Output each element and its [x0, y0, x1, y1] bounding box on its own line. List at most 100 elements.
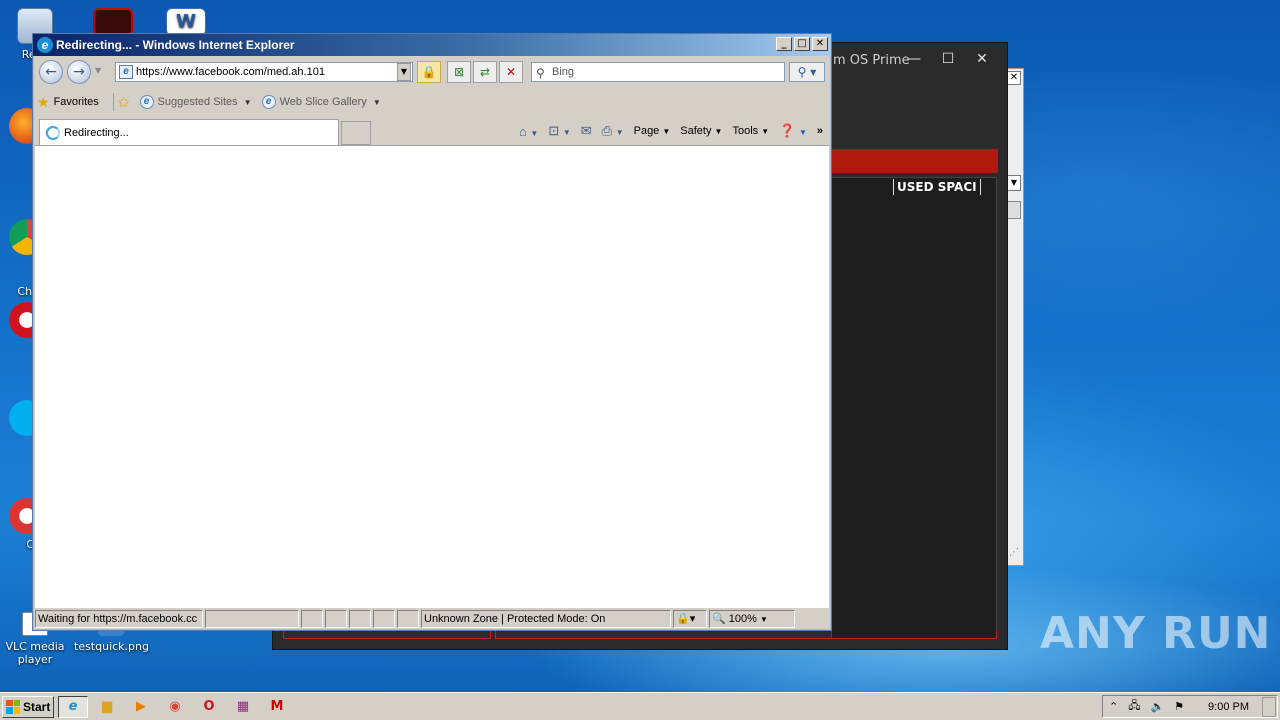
navigation-bar: ← → ▼ e https://www.facebook.com/med.ah.… — [37, 60, 827, 86]
back-arrow-icon: ← — [45, 64, 57, 80]
home-icon[interactable]: ⌂ ▼ — [519, 124, 538, 139]
refresh-button[interactable]: ⇄ — [473, 61, 497, 83]
tab-row: Redirecting... ⌂ ▼ ⊡ ▼ ✉ ⎙ ▼ Page ▼ Safe… — [37, 119, 827, 145]
magnifier-icon: ⚲ ▾ — [797, 65, 817, 79]
address-bar[interactable]: e https://www.facebook.com/med.ah.101 — [115, 62, 413, 82]
app-icon: M — [270, 699, 284, 714]
taskbar-ie[interactable]: e — [58, 695, 88, 718]
chevron-down-icon: ▼ — [372, 97, 381, 107]
opera-icon: O — [203, 699, 215, 714]
taskbar-opera[interactable]: O — [194, 696, 224, 718]
ie-page-icon: e — [139, 95, 154, 109]
taskbar-media-player[interactable]: ▶ — [126, 696, 156, 718]
red-frame-left — [283, 631, 491, 639]
forward-button[interactable]: → — [67, 60, 91, 84]
address-dropdown-button[interactable]: ▼ — [397, 63, 411, 81]
taskbar-explorer[interactable]: ▆ — [92, 696, 122, 718]
search-box[interactable]: ⚲ Bing — [531, 62, 785, 82]
refresh-icon: ⇄ — [479, 65, 491, 79]
column-header-used-space[interactable]: USED SPACI — [893, 179, 981, 195]
separator — [112, 93, 114, 111]
more-commands-icon[interactable]: » — [817, 125, 823, 137]
window-title: Redirecting... - Windows Internet Explor… — [56, 38, 295, 52]
word-document-icon: W — [166, 8, 206, 36]
maximize-icon[interactable]: ☐ — [931, 51, 965, 67]
safety-menu-label: Safety — [680, 125, 712, 137]
zoom-control[interactable]: 🔍 100% ▼ — [709, 610, 795, 628]
status-cell — [349, 610, 371, 628]
ie-window[interactable]: e Redirecting... - Windows Internet Expl… — [32, 33, 832, 631]
status-cell — [301, 610, 323, 628]
clock[interactable]: 9:00 PM — [1208, 701, 1249, 713]
tab-title: Redirecting... — [64, 126, 129, 139]
ie-icon: e — [68, 699, 78, 714]
show-hidden-icons-icon[interactable]: ⌃ — [1109, 700, 1118, 713]
safety-menu[interactable]: Safety ▼ — [680, 125, 722, 137]
start-label: Start — [23, 699, 51, 714]
security-zone[interactable]: Unknown Zone | Protected Mode: On — [421, 610, 671, 628]
compatibility-icon: ⊠ — [453, 65, 465, 79]
zoom-level: 100% — [728, 613, 757, 625]
search-placeholder: Bing — [552, 66, 575, 78]
page-content[interactable] — [35, 145, 829, 608]
chrome-icon: ◉ — [169, 699, 181, 714]
favorites-button[interactable]: ★ Favorites — [37, 94, 99, 111]
star-icon: ★ — [37, 93, 50, 110]
new-tab-button[interactable] — [341, 121, 371, 145]
start-button[interactable]: Start — [2, 695, 54, 718]
close-button[interactable]: ✕ — [812, 37, 828, 51]
suggested-sites-link[interactable]: e Suggested Sites ▼ — [139, 95, 252, 109]
favorites-label: Favorites — [53, 96, 99, 108]
status-bar: Waiting for https://m.facebook.cc Unknow… — [35, 610, 829, 629]
maximize-button[interactable]: □ — [794, 37, 810, 51]
scrollbar-thumb[interactable] — [1007, 201, 1021, 219]
page-menu-label: Page — [633, 125, 660, 137]
suggested-sites-label: Suggested Sites — [157, 96, 238, 108]
background-window-title: m OS Prime — [833, 53, 910, 68]
help-icon[interactable]: ❓ ▼ — [779, 123, 807, 139]
pdf-file-icon — [93, 8, 133, 36]
tools-menu[interactable]: Tools ▼ — [732, 125, 769, 137]
taskbar-chrome[interactable]: ◉ — [160, 696, 190, 718]
page-menu[interactable]: Page ▼ — [634, 125, 671, 137]
network-icon[interactable]: 🖧 — [1128, 697, 1140, 716]
status-cell — [373, 610, 395, 628]
status-cell — [397, 610, 419, 628]
web-slice-gallery-label: Web Slice Gallery — [279, 96, 367, 108]
security-lock-button[interactable]: 🔒 — [417, 61, 441, 83]
show-desktop-button[interactable] — [1262, 697, 1276, 717]
volume-icon[interactable]: 🔈 — [1150, 700, 1164, 713]
protected-mode-icon[interactable]: 🔒▾ — [673, 610, 707, 628]
chevron-down-icon[interactable]: ▼ — [1007, 175, 1021, 191]
window-controls: _ □ ✕ — [776, 37, 828, 51]
close-icon[interactable]: ✕ — [965, 51, 999, 67]
compatibility-view-button[interactable]: ⊠ — [447, 61, 471, 83]
resize-grip-icon[interactable]: ⋰ — [1009, 547, 1019, 558]
print-icon[interactable]: ⎙ ▼ — [602, 123, 624, 139]
search-button[interactable]: ⚲ ▾ — [789, 62, 825, 82]
close-icon[interactable]: ✕ — [1007, 71, 1021, 85]
windows-logo-icon — [6, 699, 20, 714]
stop-icon: ✕ — [505, 65, 517, 79]
ie-page-icon: e — [261, 95, 276, 109]
tab-redirecting[interactable]: Redirecting... — [39, 119, 339, 145]
status-cell — [325, 610, 347, 628]
minimize-button[interactable]: _ — [776, 37, 792, 51]
add-to-favorites-bar-button[interactable]: ✩ — [118, 94, 130, 111]
web-slice-gallery-link[interactable]: e Web Slice Gallery ▼ — [261, 95, 381, 109]
taskbar-winrar[interactable]: ▦ — [228, 696, 258, 718]
action-center-flag-icon[interactable]: ⚑ — [1174, 700, 1184, 713]
ie-titlebar: e Redirecting... - Windows Internet Expl… — [33, 34, 831, 56]
read-mail-icon[interactable]: ✉ — [581, 123, 592, 139]
feeds-icon[interactable]: ⊡ ▼ — [548, 123, 570, 139]
back-button[interactable]: ← — [39, 60, 63, 84]
taskbar-app[interactable]: M — [262, 696, 292, 718]
taskbar: Start e ▆ ▶ ◉ O ▦ M ⌃ 🖧 🔈 ⚑ 9:00 PM — [0, 692, 1280, 720]
stop-button[interactable]: ✕ — [499, 61, 523, 83]
lock-icon: 🔒 — [421, 65, 437, 79]
favorites-bar: ★ Favorites ✩ e Suggested Sites ▼ e Web … — [37, 91, 827, 113]
chevron-down-icon: ▼ — [759, 615, 768, 624]
red-header-bar — [831, 149, 998, 173]
recent-pages-dropdown[interactable]: ▼ — [95, 66, 101, 75]
winrar-icon: ▦ — [236, 699, 250, 714]
